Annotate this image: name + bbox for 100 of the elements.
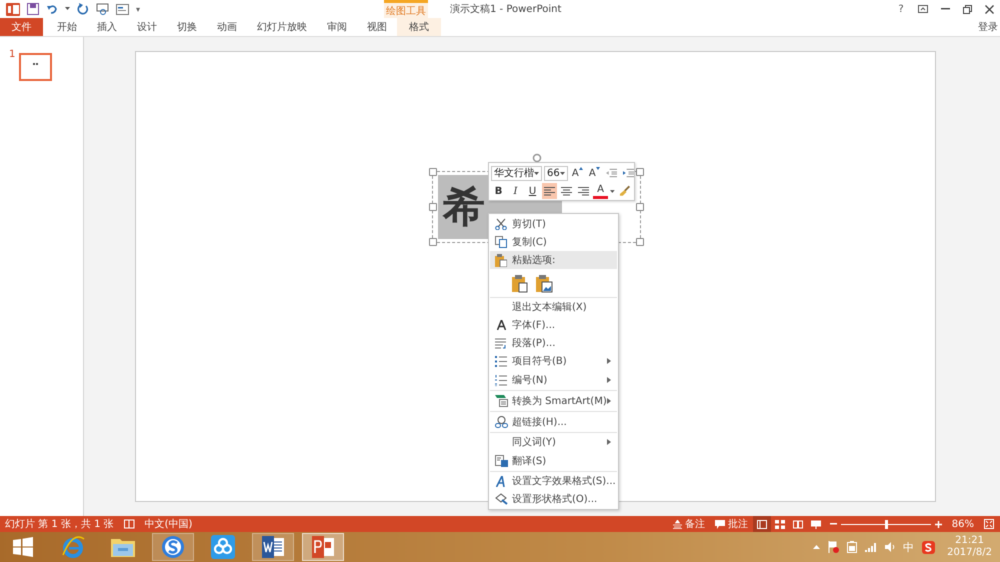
brush-icon	[618, 185, 630, 197]
resize-handle[interactable]	[429, 203, 437, 211]
italic-button[interactable]: I	[508, 183, 523, 199]
presentation-icon[interactable]	[96, 3, 109, 15]
windows-logo-icon	[13, 537, 33, 557]
indent-icon	[622, 168, 634, 178]
caret-icon[interactable]	[65, 7, 70, 11]
help-button[interactable]: ?	[890, 0, 912, 18]
font-size-field[interactable]: 66	[544, 166, 568, 180]
battery-icon[interactable]	[847, 541, 858, 553]
submenu-arrow-icon	[607, 398, 611, 404]
ribbon-tab[interactable]: 插入	[87, 18, 127, 36]
menu-item[interactable]: 段落(P)...	[490, 334, 617, 352]
ribbon-tab[interactable]: 幻灯片放映	[247, 18, 317, 36]
menu-item[interactable]: 同义词(Y)	[490, 433, 617, 451]
zoom-slider-thumb[interactable]	[884, 520, 888, 528]
font-color-button[interactable]: A	[593, 184, 608, 198]
ribbon-tab[interactable]: 文件	[0, 18, 43, 36]
menu-item[interactable]: 字体(F)...	[490, 316, 617, 334]
app-logo-icon	[6, 2, 20, 16]
ribbon-options-icon	[918, 5, 928, 13]
view-icon	[810, 520, 821, 528]
sogou-taskbar-button[interactable]	[152, 533, 194, 561]
ribbon-tab[interactable]: 开始	[47, 18, 87, 36]
zoom-level[interactable]: 86%	[952, 518, 974, 530]
slide-number: 1	[9, 49, 16, 61]
view-icon	[756, 520, 767, 528]
align-left-button[interactable]	[542, 183, 557, 199]
word-taskbar-button[interactable]	[252, 533, 294, 561]
menu-item[interactable]: 超链接(H)...	[490, 412, 617, 433]
rotate-handle-icon[interactable]	[532, 153, 542, 163]
align-icon	[544, 186, 555, 196]
notes-icon	[672, 520, 682, 528]
redo-icon[interactable]	[77, 3, 89, 15]
s-logo-icon[interactable]	[922, 540, 936, 554]
sign-in-link[interactable]: 登录	[978, 20, 998, 34]
bold-button[interactable]: B	[491, 183, 506, 199]
menu-item[interactable]: 设置文字效果格式(S)...	[490, 472, 617, 490]
indent-icon	[606, 168, 617, 178]
customize-caret[interactable]: ▾	[136, 4, 140, 14]
language-label[interactable]: 中文(中国)	[144, 517, 192, 531]
menu-item[interactable]: 项目符号(B)	[490, 352, 617, 370]
copy-icon	[495, 236, 507, 248]
translate-icon	[494, 455, 508, 467]
ribbon-tab[interactable]: 格式	[397, 18, 441, 36]
menu-item[interactable]: 剪切(T)	[490, 215, 617, 233]
resize-handle[interactable]	[429, 168, 437, 176]
resize-handle[interactable]	[636, 238, 644, 246]
align-icon	[561, 186, 572, 196]
comments-button[interactable]: 批注	[714, 517, 748, 531]
zoom-in-button[interactable]	[934, 520, 942, 528]
slide-thumbnail[interactable]	[19, 53, 52, 81]
spell-check-icon[interactable]	[124, 519, 135, 529]
numbered-list-icon	[495, 374, 507, 386]
clipboard-icon	[495, 254, 507, 266]
fit-slide-icon[interactable]	[984, 519, 994, 529]
resize-handle[interactable]	[636, 168, 644, 176]
smartart-icon	[494, 395, 508, 407]
paste-picture-icon[interactable]	[535, 274, 553, 292]
text-effects-icon	[496, 476, 506, 486]
signal-icon[interactable]	[865, 542, 878, 552]
powerpoint-icon	[311, 536, 335, 558]
menu-item[interactable]: 编号(N)	[490, 370, 617, 391]
menu-item[interactable]: 退出文本编辑(X)	[490, 298, 617, 316]
save-icon[interactable]	[27, 3, 39, 15]
menu-item[interactable]: 翻译(S)	[490, 451, 617, 472]
menu-item[interactable]: 转换为 SmartArt(M)	[490, 391, 617, 412]
slide-count: 幻灯片 第 1 张，共 1 张	[5, 518, 114, 531]
ribbon-tab[interactable]: 审阅	[317, 18, 357, 36]
ribbon-tab[interactable]: 设计	[127, 18, 167, 36]
powerpoint-taskbar-button[interactable]	[302, 533, 344, 561]
notes-button[interactable]: 备注	[672, 517, 705, 531]
ribbon-tab[interactable]: 切换	[167, 18, 207, 36]
shape-format-icon	[494, 493, 508, 505]
show-hidden-icons-icon[interactable]	[813, 545, 820, 549]
flag-icon[interactable]	[828, 541, 840, 553]
undo-icon[interactable]	[46, 3, 58, 15]
paste-option-icon[interactable]	[511, 274, 529, 292]
resize-handle[interactable]	[429, 238, 437, 246]
view-icon	[792, 520, 803, 528]
paragraph-icon	[495, 338, 507, 348]
down-triangle-icon	[596, 167, 600, 170]
font-name-field[interactable]: 华文行楷	[491, 166, 542, 180]
underline-button[interactable]: U	[525, 183, 540, 199]
plus-icon	[934, 520, 942, 528]
font-icon	[496, 320, 506, 330]
s-circle-icon	[161, 535, 185, 559]
normal-view-button[interactable]	[752, 516, 771, 532]
resize-handle[interactable]	[636, 203, 644, 211]
link-icon	[494, 416, 508, 428]
menu-item[interactable]: 设置形状格式(O)...	[490, 490, 617, 508]
align-icon	[578, 186, 589, 196]
word-icon	[261, 536, 285, 558]
ribbon-tab[interactable]: 视图	[357, 18, 397, 36]
speaker-icon[interactable]	[885, 542, 896, 552]
submenu-arrow-icon	[607, 358, 611, 364]
ribbon-tab[interactable]: 动画	[207, 18, 247, 36]
view-icon	[774, 520, 785, 528]
caret-icon[interactable]	[610, 190, 615, 192]
form-icon[interactable]	[116, 4, 129, 14]
